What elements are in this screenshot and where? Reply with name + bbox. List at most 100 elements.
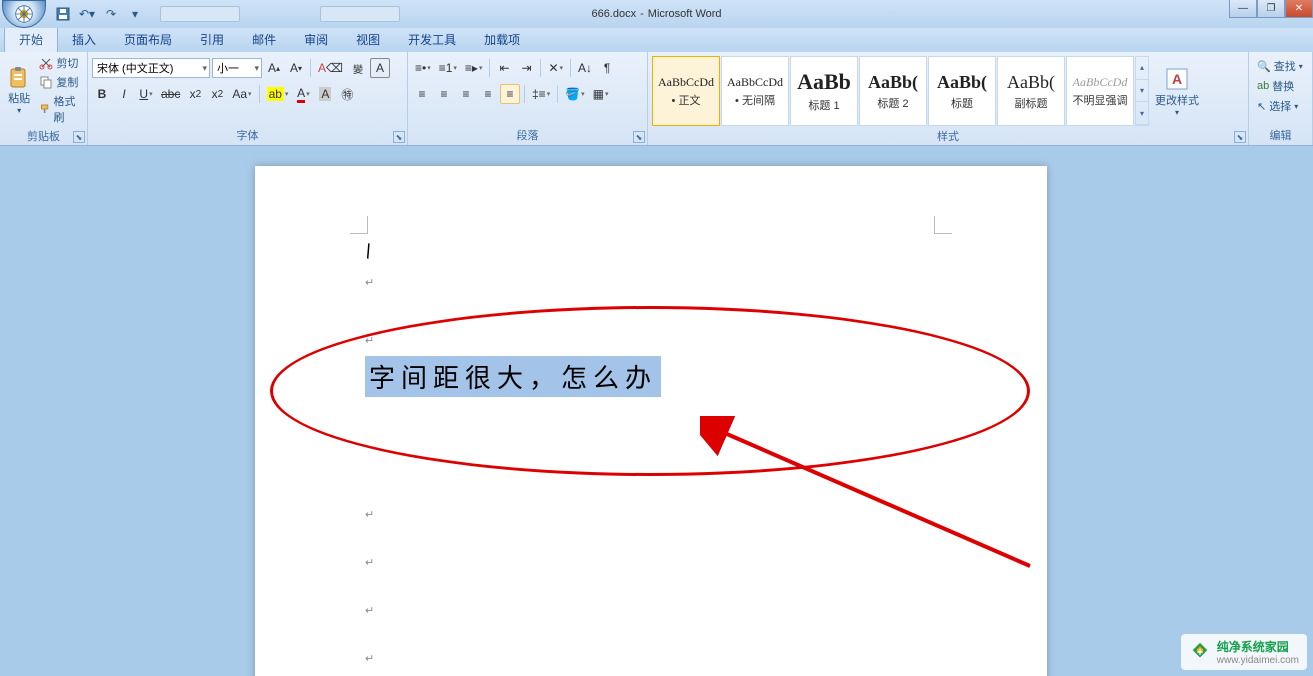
- office-button[interactable]: [2, 0, 46, 28]
- bold-button[interactable]: B: [92, 84, 112, 104]
- borders-button[interactable]: ▦: [590, 84, 612, 104]
- style-title[interactable]: AaBb(标题: [928, 56, 996, 126]
- sort-button[interactable]: A↓: [575, 58, 595, 78]
- align-center-button[interactable]: ≡: [434, 84, 454, 104]
- circled-char-button[interactable]: ㊕: [337, 84, 357, 104]
- clear-format-button[interactable]: A⌫: [315, 58, 346, 78]
- window-controls: — ❐ ✕: [1229, 0, 1313, 18]
- redo-icon[interactable]: ↷: [102, 5, 120, 23]
- strike-button[interactable]: abc: [158, 84, 183, 104]
- line-spacing-button[interactable]: ‡≡: [529, 84, 553, 104]
- save-icon[interactable]: [54, 5, 72, 23]
- select-icon: ↖: [1257, 100, 1266, 113]
- distributed-button[interactable]: ≡: [500, 84, 520, 104]
- watermark-url: www.yidaimei.com: [1217, 655, 1299, 666]
- font-size-combo[interactable]: 小一: [212, 58, 262, 78]
- title-filename: 666.docx: [591, 8, 636, 20]
- close-button[interactable]: ✕: [1285, 0, 1313, 18]
- numbering-button[interactable]: ≡1: [436, 58, 460, 78]
- superscript-button[interactable]: x2: [207, 84, 227, 104]
- document-area[interactable]: \ ↵ ↵ ↵ ↵ ↵ ↵ ↵ ↵ ↵ 字间距很大，怎么办: [0, 146, 1313, 676]
- style-subtle-emphasis[interactable]: AaBbCcDd不明显强调: [1066, 56, 1134, 126]
- italic-button[interactable]: I: [114, 84, 134, 104]
- paragraph-mark: ↵: [365, 652, 374, 665]
- group-styles: AaBbCcDd• 正文 AaBbCcDd• 无间隔 AaBb标题 1 AaBb…: [648, 52, 1249, 145]
- shading-button[interactable]: 🪣: [562, 84, 587, 104]
- group-paragraph: ≡• ≡1 ≡▸ ⇤ ⇥ ✕ A↓ ¶ ≡ ≡ ≡ ≡ ≡ ‡≡: [408, 52, 648, 145]
- taskbar-tabs: [160, 6, 400, 22]
- title-bar: ↶▾ ↷ ▾ 666.docx - Microsoft Word — ❐ ✕: [0, 0, 1313, 28]
- find-icon: 🔍: [1257, 60, 1271, 73]
- replace-button[interactable]: ab替换: [1253, 76, 1308, 96]
- pinyin-button[interactable]: 變: [348, 58, 368, 78]
- font-name-combo[interactable]: 宋体 (中文正文): [92, 58, 210, 78]
- undo-icon[interactable]: ↶▾: [78, 5, 96, 23]
- style-heading2[interactable]: AaBb(标题 2: [859, 56, 927, 126]
- group-font: 宋体 (中文正文) 小一 A▴ A▾ A⌫ 變 A B I U abc x2 x…: [88, 52, 408, 145]
- watermark: 纯净系统家园 www.yidaimei.com: [1181, 634, 1307, 670]
- paste-button[interactable]: 粘贴 ▾: [4, 54, 34, 126]
- tab-references[interactable]: 引用: [186, 27, 238, 52]
- grow-font-button[interactable]: A▴: [264, 58, 284, 78]
- change-styles-button[interactable]: A 更改样式 ▾: [1155, 56, 1199, 126]
- copy-button[interactable]: 复制: [36, 73, 83, 91]
- title-app: Microsoft Word: [648, 8, 722, 20]
- replace-icon: ab: [1257, 80, 1269, 92]
- format-painter-button[interactable]: 格式刷: [36, 92, 83, 126]
- find-button[interactable]: 🔍查找▾: [1253, 56, 1308, 76]
- style-heading1[interactable]: AaBb标题 1: [790, 56, 858, 126]
- qat-more-icon[interactable]: ▾: [126, 5, 144, 23]
- svg-text:A: A: [1172, 71, 1182, 87]
- tab-pagelayout[interactable]: 页面布局: [110, 27, 186, 52]
- shrink-font-button[interactable]: A▾: [286, 58, 306, 78]
- tab-insert[interactable]: 插入: [58, 27, 110, 52]
- tab-view[interactable]: 视图: [342, 27, 394, 52]
- group-label-editing: 编辑: [1253, 125, 1308, 145]
- style-subtitle[interactable]: AaBb(副标题: [997, 56, 1065, 126]
- font-color-button[interactable]: A: [293, 84, 313, 104]
- asian-layout-button[interactable]: ✕: [545, 58, 566, 78]
- multilevel-button[interactable]: ≡▸: [462, 58, 486, 78]
- document-page[interactable]: \ ↵ ↵ ↵ ↵ ↵ ↵ ↵ ↵ ↵ 字间距很大，怎么办: [255, 166, 1047, 676]
- tab-addins[interactable]: 加载项: [470, 27, 534, 52]
- subscript-button[interactable]: x2: [185, 84, 205, 104]
- highlight-button[interactable]: ab: [264, 84, 292, 104]
- taskbar-item[interactable]: [160, 6, 240, 22]
- gallery-down-button[interactable]: ▾: [1136, 80, 1148, 103]
- justify-button[interactable]: ≡: [478, 84, 498, 104]
- maximize-button[interactable]: ❐: [1257, 0, 1285, 18]
- taskbar-item[interactable]: [320, 6, 400, 22]
- change-case-button[interactable]: Aa: [229, 84, 254, 104]
- window-title: 666.docx - Microsoft Word: [591, 8, 721, 20]
- styles-dialog-launcher[interactable]: ⬊: [1234, 131, 1246, 143]
- paragraph-mark: ↵: [365, 604, 374, 617]
- align-right-button[interactable]: ≡: [456, 84, 476, 104]
- font-dialog-launcher[interactable]: ⬊: [393, 131, 405, 143]
- annotation-arrow: [700, 416, 1040, 576]
- select-button[interactable]: ↖选择▾: [1253, 96, 1308, 116]
- tab-review[interactable]: 审阅: [290, 27, 342, 52]
- tab-mailings[interactable]: 邮件: [238, 27, 290, 52]
- decrease-indent-button[interactable]: ⇤: [494, 58, 514, 78]
- gallery-scroll: ▴ ▾ ▾: [1135, 56, 1149, 126]
- char-shading-button[interactable]: A: [315, 84, 335, 104]
- underline-button[interactable]: U: [136, 84, 156, 104]
- group-clipboard: 粘贴 ▾ 剪切 复制 格式刷 剪贴板 ⬊: [0, 52, 88, 145]
- margin-mark: [350, 216, 368, 234]
- paragraph-dialog-launcher[interactable]: ⬊: [633, 131, 645, 143]
- show-marks-button[interactable]: ¶: [597, 58, 617, 78]
- char-border-button[interactable]: A: [370, 58, 390, 78]
- align-left-button[interactable]: ≡: [412, 84, 432, 104]
- clipboard-dialog-launcher[interactable]: ⬊: [73, 131, 85, 143]
- gallery-up-button[interactable]: ▴: [1136, 57, 1148, 80]
- bullets-button[interactable]: ≡•: [412, 58, 434, 78]
- tab-home[interactable]: 开始: [4, 26, 58, 52]
- gallery-more-button[interactable]: ▾: [1136, 102, 1148, 125]
- minimize-button[interactable]: —: [1229, 0, 1257, 18]
- increase-indent-button[interactable]: ⇥: [516, 58, 536, 78]
- tab-developer[interactable]: 开发工具: [394, 27, 470, 52]
- group-label-paragraph: 段落: [412, 125, 643, 145]
- cut-button[interactable]: 剪切: [36, 54, 83, 72]
- style-normal[interactable]: AaBbCcDd• 正文: [652, 56, 720, 126]
- style-nospacing[interactable]: AaBbCcDd• 无间隔: [721, 56, 789, 126]
